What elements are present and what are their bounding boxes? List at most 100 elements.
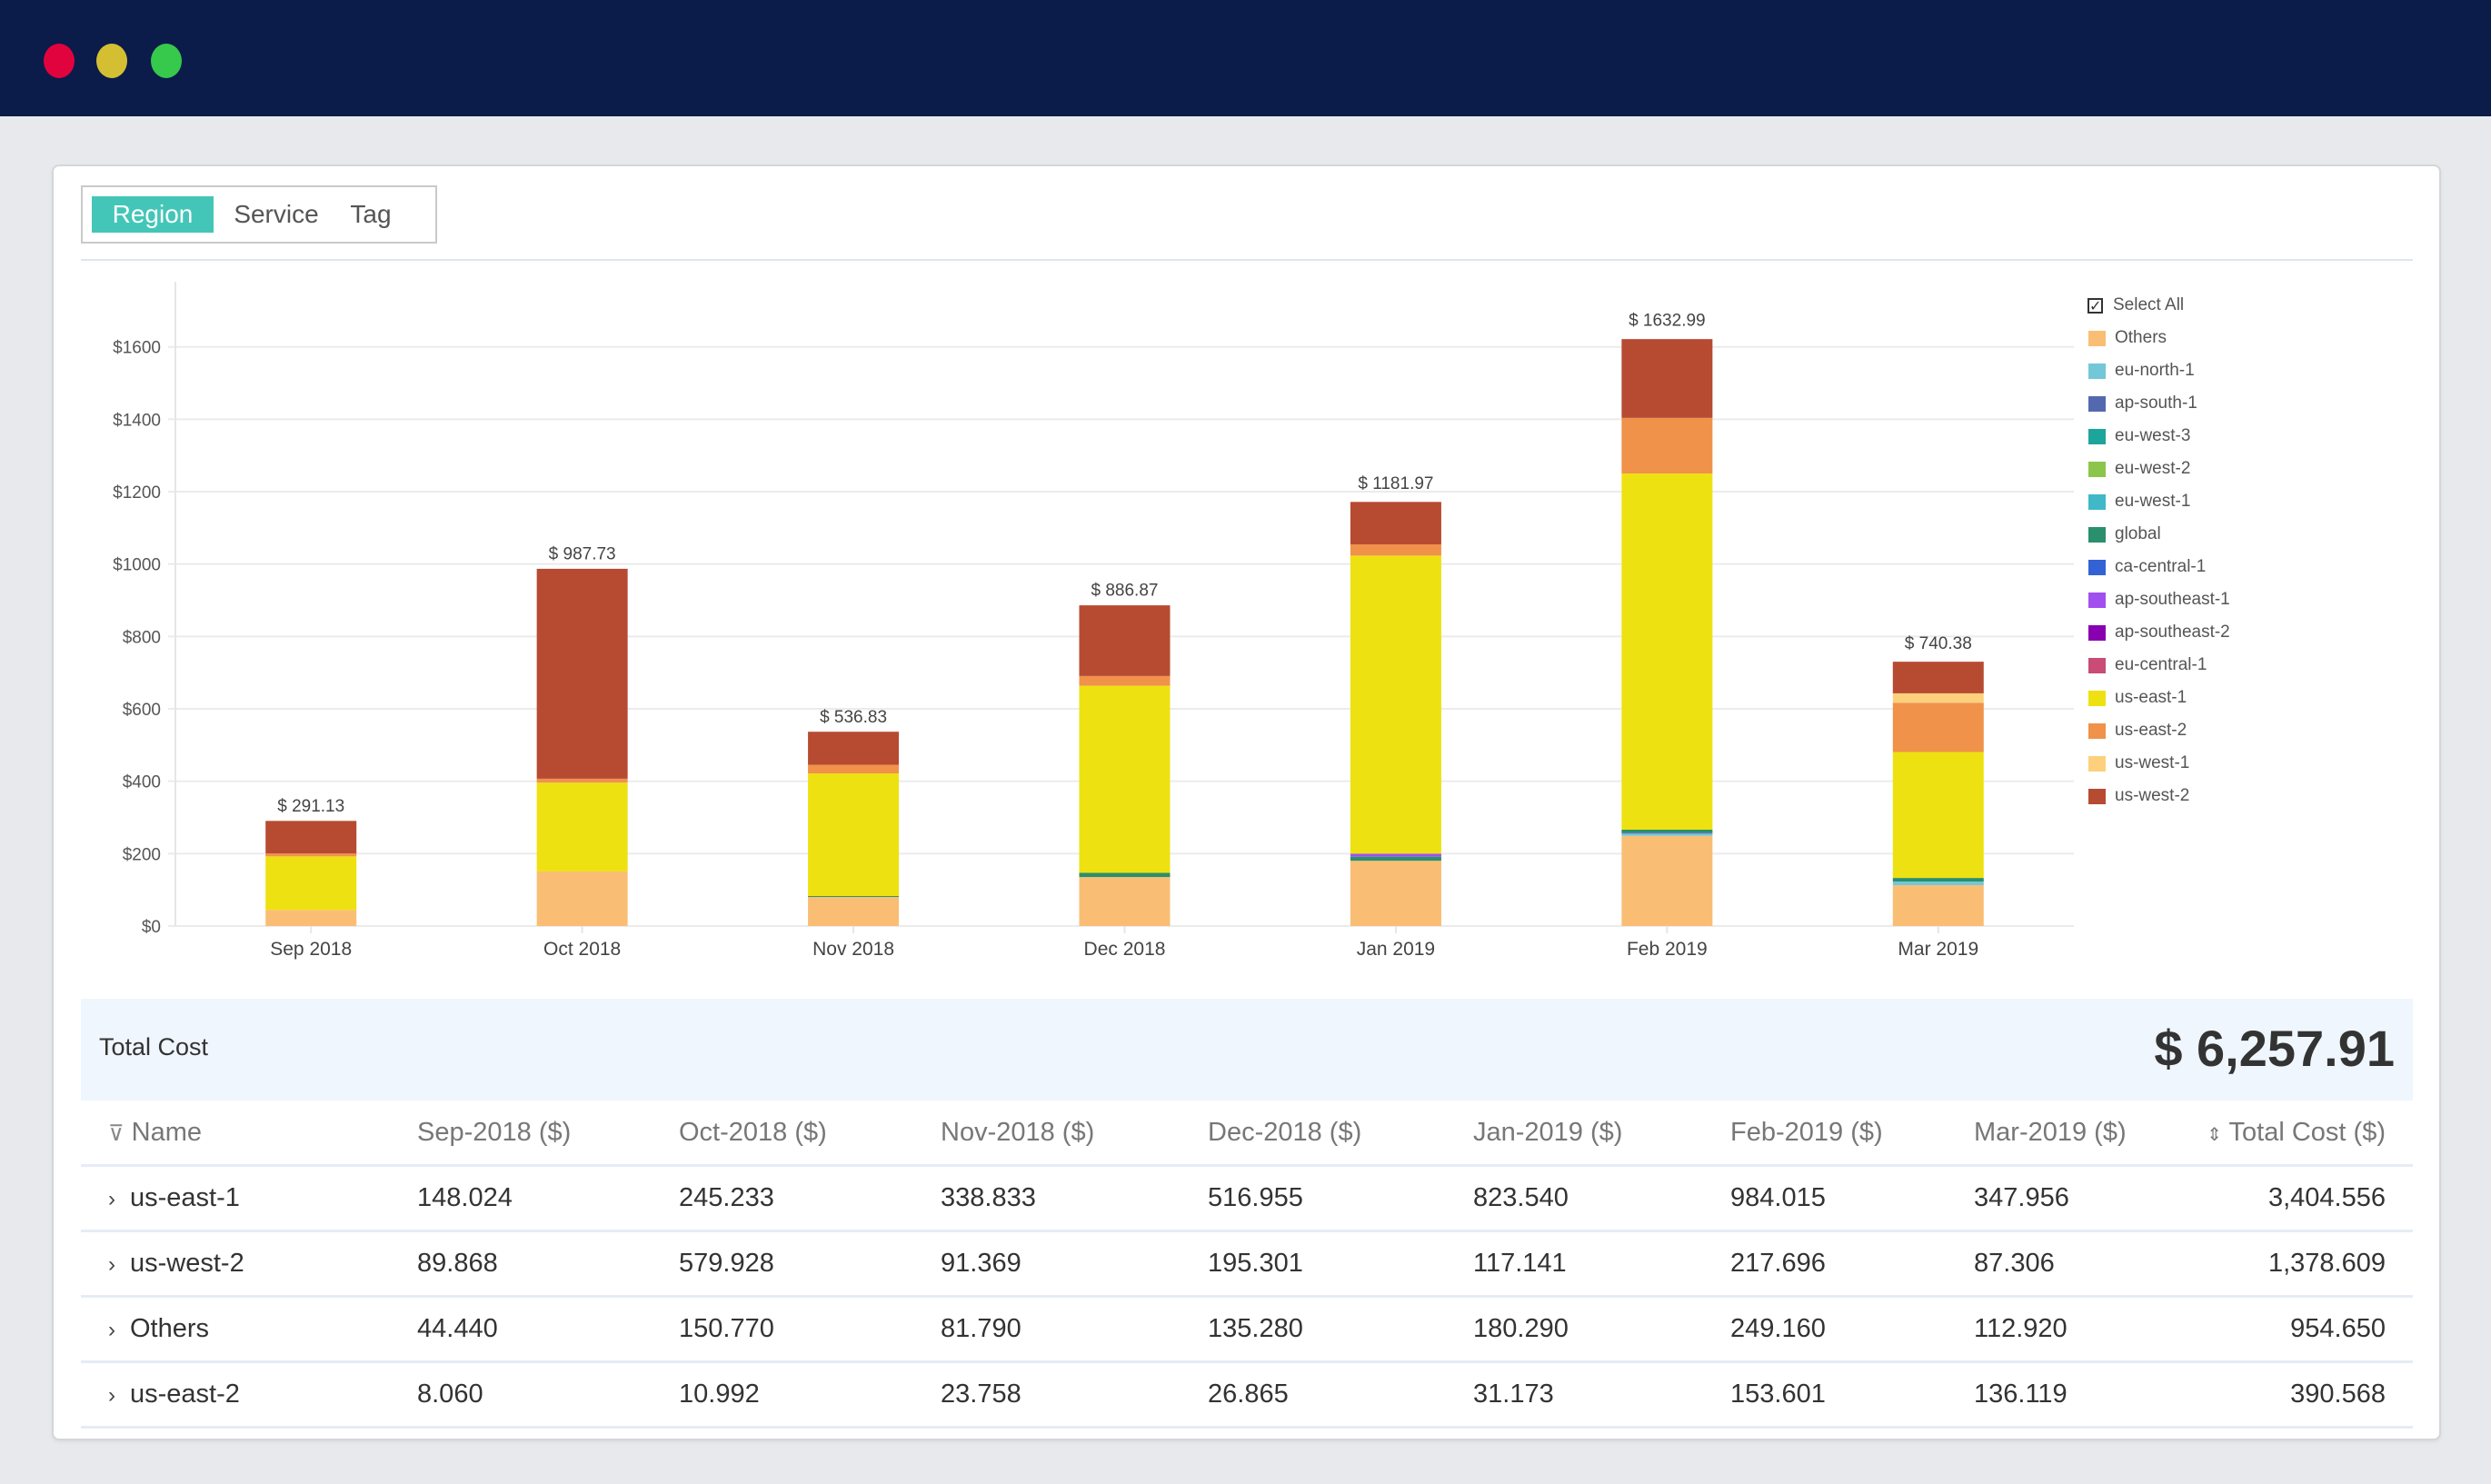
- expand-chevron-icon[interactable]: ›: [108, 1252, 130, 1278]
- bar-segment-global[interactable]: [1621, 829, 1713, 833]
- bar-segment-us-east-2[interactable]: [265, 853, 357, 857]
- column-header-total-cost[interactable]: ⇕ Total Cost ($): [2192, 1101, 2413, 1167]
- bar-total-label: $ 886.87: [1091, 582, 1159, 601]
- expand-chevron-icon[interactable]: ›: [108, 1187, 130, 1212]
- bar-segment-us-east-2[interactable]: [1621, 417, 1713, 474]
- bar-segment-us-east-1[interactable]: [265, 856, 357, 911]
- expand-chevron-icon[interactable]: ›: [108, 1383, 130, 1409]
- filter-icon[interactable]: ⊽: [108, 1121, 125, 1146]
- row-value-cell: 89.868: [417, 1230, 679, 1298]
- row-value-cell: 217.696: [1730, 1230, 1974, 1298]
- bar-segment-others[interactable]: [808, 896, 900, 926]
- bar-segment-us-east-2[interactable]: [1892, 702, 1984, 752]
- legend-label: us-east-2: [2115, 721, 2187, 740]
- bar-segment-others[interactable]: [1350, 861, 1441, 926]
- column-header-sep-2018[interactable]: Sep-2018 ($): [417, 1101, 679, 1167]
- legend-item-ca-central-1[interactable]: ca-central-1: [2087, 551, 2230, 583]
- y-tick-label: $0: [142, 918, 161, 937]
- bar-segment-us-east-1[interactable]: [1079, 685, 1171, 873]
- legend-label: ap-southeast-2: [2115, 622, 2230, 642]
- table-row[interactable]: › Others 44.440 150.770 81.790 135.280 180.290…: [81, 1296, 2413, 1363]
- legend-item-us-east-1[interactable]: us-east-1: [2087, 682, 2230, 714]
- bar-segment-us-west-2[interactable]: [1892, 662, 1984, 693]
- row-value-cell: 148.024: [417, 1165, 679, 1232]
- column-header-feb-2019[interactable]: Feb-2019 ($): [1730, 1101, 1974, 1167]
- legend-select-all[interactable]: ✓ Select All: [2087, 289, 2230, 322]
- legend-label: us-west-1: [2115, 753, 2190, 772]
- bar-segment-us-west-1[interactable]: [1892, 692, 1984, 703]
- bar-segment-us-east-1[interactable]: [1621, 473, 1713, 830]
- legend-item-global[interactable]: global: [2087, 518, 2230, 551]
- legend-item-ap-south-1[interactable]: ap-south-1: [2087, 387, 2230, 420]
- legend-item-us-west-1[interactable]: us-west-1: [2087, 747, 2230, 780]
- bar-segment-eu-north-1[interactable]: [1621, 833, 1713, 836]
- bar-segment-global[interactable]: [1079, 872, 1171, 878]
- bar-segment-others[interactable]: [1621, 835, 1713, 926]
- bar-segment-others[interactable]: [1079, 877, 1171, 926]
- bar-segment-us-east-1[interactable]: [1892, 752, 1984, 879]
- legend-swatch: [2088, 559, 2106, 575]
- row-value-cell: 91.369: [941, 1230, 1208, 1298]
- bar-segment-us-west-2[interactable]: [808, 732, 900, 765]
- row-value-cell: 81.790: [941, 1296, 1208, 1363]
- legend-item-eu-west-1[interactable]: eu-west-1: [2087, 485, 2230, 518]
- bar-segment-us-west-2[interactable]: [536, 568, 628, 779]
- row-value-cell: 150.770: [679, 1296, 941, 1363]
- maximize-window-button[interactable]: [151, 44, 182, 78]
- bar-segment-us-west-2[interactable]: [1350, 502, 1441, 544]
- legend-item-ap-southeast-2[interactable]: ap-southeast-2: [2087, 616, 2230, 649]
- row-value-cell: 136.119: [1974, 1361, 2192, 1429]
- bar-segment-others[interactable]: [1892, 885, 1984, 926]
- table-row[interactable]: › us-west-2 89.868 579.928 91.369 195.301 117.…: [81, 1230, 2413, 1298]
- legend-item-eu-west-3[interactable]: eu-west-3: [2087, 420, 2230, 453]
- minimize-window-button[interactable]: [96, 44, 127, 78]
- bar-segment-global[interactable]: [808, 896, 900, 898]
- row-total-cell: 1,378.609: [2192, 1230, 2413, 1298]
- bar-segment-others[interactable]: [536, 871, 628, 926]
- bar-segment-us-west-2[interactable]: [1079, 605, 1171, 676]
- bar-segment-us-east-1[interactable]: [1350, 555, 1441, 854]
- legend-item-us-east-2[interactable]: us-east-2: [2087, 714, 2230, 747]
- y-tick-label: $1400: [113, 411, 161, 430]
- legend-item-eu-west-2[interactable]: eu-west-2: [2087, 453, 2230, 485]
- column-header-oct-2018[interactable]: Oct-2018 ($): [679, 1101, 941, 1167]
- bar-segment-global[interactable]: [1892, 878, 1984, 882]
- bar-segment-global[interactable]: [1350, 856, 1441, 862]
- bar-segment-ap-southeast-1[interactable]: [1350, 853, 1441, 857]
- bar-segment-ap-south-1[interactable]: [1621, 832, 1713, 834]
- bar-segment-us-east-2[interactable]: [1079, 675, 1171, 686]
- bar-segment-us-west-2[interactable]: [265, 821, 357, 854]
- bar-segment-eu-north-1[interactable]: [1892, 881, 1984, 886]
- checkbox-icon[interactable]: ✓: [2087, 297, 2103, 314]
- window-titlebar: [0, 0, 2491, 116]
- bar-segment-us-west-2[interactable]: [1621, 339, 1713, 418]
- bar-segment-others[interactable]: [265, 910, 357, 926]
- sort-icon[interactable]: ⇕: [2207, 1125, 2222, 1145]
- column-header-mar-2019[interactable]: Mar-2019 ($): [1974, 1101, 2192, 1167]
- column-header-nov-2018[interactable]: Nov-2018 ($): [941, 1101, 1208, 1167]
- legend-item-eu-central-1[interactable]: eu-central-1: [2087, 649, 2230, 682]
- bar-segment-us-east-2[interactable]: [1350, 543, 1441, 556]
- y-tick-label: $400: [123, 773, 161, 792]
- bar-segment-us-east-1[interactable]: [808, 773, 900, 897]
- legend-label: eu-west-2: [2115, 459, 2191, 478]
- row-value-cell: 8.060: [417, 1361, 679, 1429]
- bar-segment-us-east-2[interactable]: [808, 764, 900, 774]
- legend-item-us-west-2[interactable]: us-west-2: [2087, 780, 2230, 812]
- column-header-jan-2019[interactable]: Jan-2019 ($): [1473, 1101, 1730, 1167]
- expand-chevron-icon[interactable]: ›: [108, 1318, 130, 1343]
- bar-segment-us-east-1[interactable]: [536, 782, 628, 871]
- cost-table: ⊽ Name Sep-2018 ($) Oct-2018 ($) Nov-201…: [81, 1101, 2413, 1429]
- table-row[interactable]: › us-east-1 148.024 245.233 338.833 516.955 82…: [81, 1165, 2413, 1232]
- bar-segment-us-east-2[interactable]: [536, 778, 628, 783]
- row-value-cell: 180.290: [1473, 1296, 1730, 1363]
- legend-item-ap-southeast-1[interactable]: ap-southeast-1: [2087, 583, 2230, 616]
- column-header-dec-2018[interactable]: Dec-2018 ($): [1208, 1101, 1473, 1167]
- row-value-cell: 117.141: [1473, 1230, 1730, 1298]
- legend-item-others[interactable]: Others: [2087, 322, 2230, 354]
- legend-item-eu-north-1[interactable]: eu-north-1: [2087, 354, 2230, 387]
- legend-label: us-east-1: [2115, 688, 2187, 707]
- table-row[interactable]: › us-east-2 8.060 10.992 23.758 26.865 31.173 1…: [81, 1361, 2413, 1429]
- close-window-button[interactable]: [44, 44, 75, 78]
- column-header-name[interactable]: ⊽ Name: [81, 1101, 417, 1167]
